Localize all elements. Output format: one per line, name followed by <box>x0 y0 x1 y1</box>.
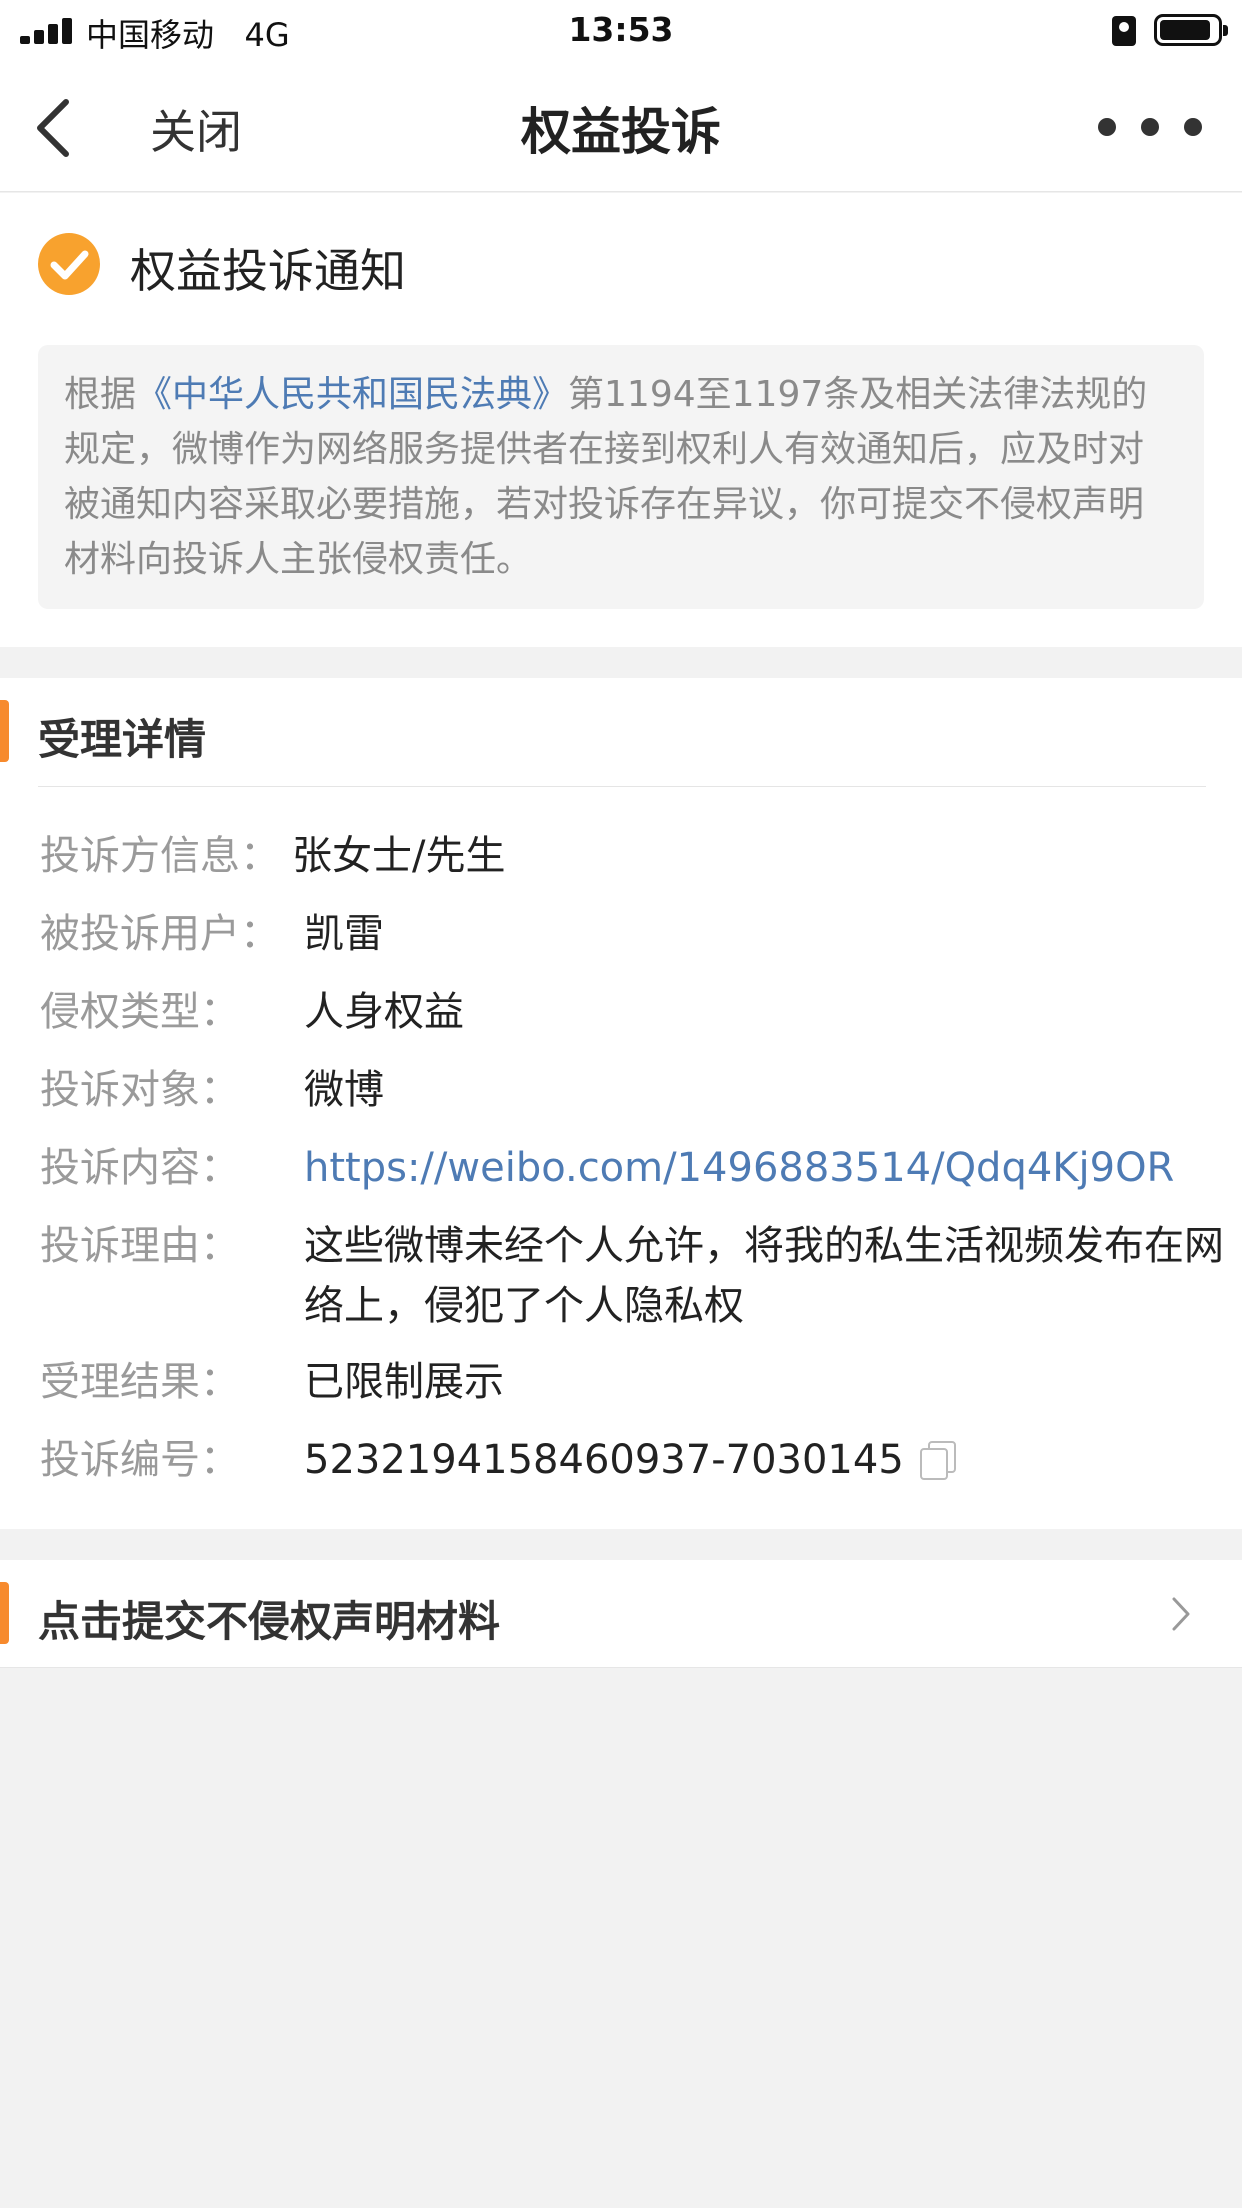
detail-value: 这些微博未经个人允许，将我的私生活视频发布在网络上，侵犯了个人隐私权 <box>304 1223 1224 1329</box>
notice-card: 权益投诉通知 根据《中华人民共和国民法典》第1194至1197条及相关法律法规的… <box>0 193 1242 647</box>
detail-label: 侵权类型： <box>40 989 240 1035</box>
detail-value-wrap: 5232194158460937-7030145 <box>304 1430 1242 1490</box>
notice-text-prefix: 根据 <box>64 374 137 415</box>
content-link[interactable]: https://weibo.com/1496883514/Qdq4Kj9OR <box>304 1138 1242 1198</box>
copy-icon[interactable] <box>919 1441 956 1480</box>
detail-label: 投诉编号： <box>40 1437 240 1483</box>
section-accent-bar <box>0 700 9 762</box>
detail-value: 人身权益 <box>304 989 464 1035</box>
section-accent-bar <box>0 1582 9 1644</box>
detail-value: 已限制展示 <box>304 1359 504 1405</box>
divider <box>38 786 1206 787</box>
detail-label: 投诉内容： <box>40 1145 240 1191</box>
lock-rotation-icon <box>1112 16 1136 46</box>
detail-label: 受理结果： <box>40 1359 240 1405</box>
detail-label: 投诉对象： <box>40 1067 240 1113</box>
more-button[interactable] <box>1098 118 1202 138</box>
nav-bar: 关闭 权益投诉 <box>0 62 1242 192</box>
status-time: 13:53 <box>568 10 674 49</box>
detail-value: 凯雷 <box>304 911 384 957</box>
chevron-right-icon <box>1172 1597 1190 1631</box>
page-title: 权益投诉 <box>521 103 721 161</box>
detail-label: 投诉方信息： <box>40 833 280 879</box>
check-circle-icon <box>38 233 100 295</box>
battery-icon <box>1154 14 1228 46</box>
detail-value: 微博 <box>304 1067 384 1113</box>
details-card: 受理详情 投诉方信息： 张女士/先生 被投诉用户： 凯雷 侵权类型： 人身权益 … <box>0 678 1242 1529</box>
law-link[interactable]: 《中华人民共和国民法典》 <box>136 374 568 415</box>
section-title: 受理详情 <box>38 715 207 764</box>
submit-statement-button[interactable]: 点击提交不侵权声明材料 <box>0 1560 1242 1668</box>
detail-value: 张女士/先生 <box>292 833 506 879</box>
status-bar: 中国移动 4G 13:53 <box>0 0 1242 62</box>
complaint-number: 5232194158460937-7030145 <box>304 1437 904 1483</box>
detail-label: 被投诉用户： <box>40 911 280 957</box>
detail-label: 投诉理由： <box>40 1223 240 1269</box>
notice-text: 根据《中华人民共和国民法典》第1194至1197条及相关法律法规的规定，微博作为… <box>38 345 1204 609</box>
submit-label: 点击提交不侵权声明材料 <box>38 1597 501 1646</box>
notice-title: 权益投诉通知 <box>130 244 406 298</box>
